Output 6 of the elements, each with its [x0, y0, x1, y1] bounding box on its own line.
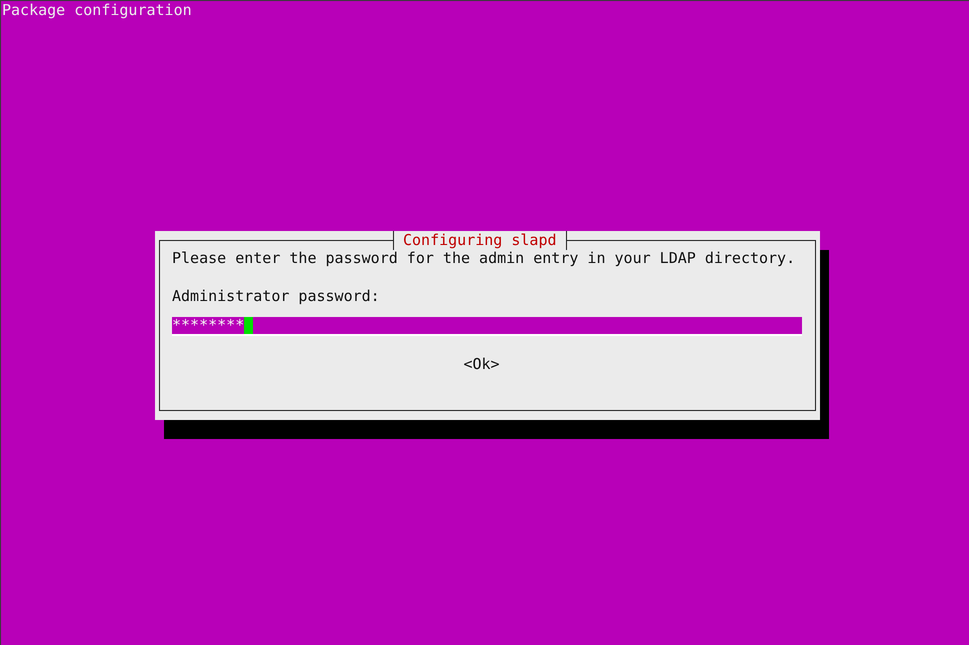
password-field[interactable]: ******** — [172, 317, 802, 336]
screen-title: Package configuration — [1, 1, 193, 20]
dialog-message: Please enter the password for the admin entry in your LDAP directory. — [172, 249, 796, 268]
field-label: Administrator password: — [172, 287, 381, 306]
dialog-title: Configuring slapd — [393, 231, 567, 250]
ok-button[interactable]: <Ok> — [463, 355, 500, 374]
